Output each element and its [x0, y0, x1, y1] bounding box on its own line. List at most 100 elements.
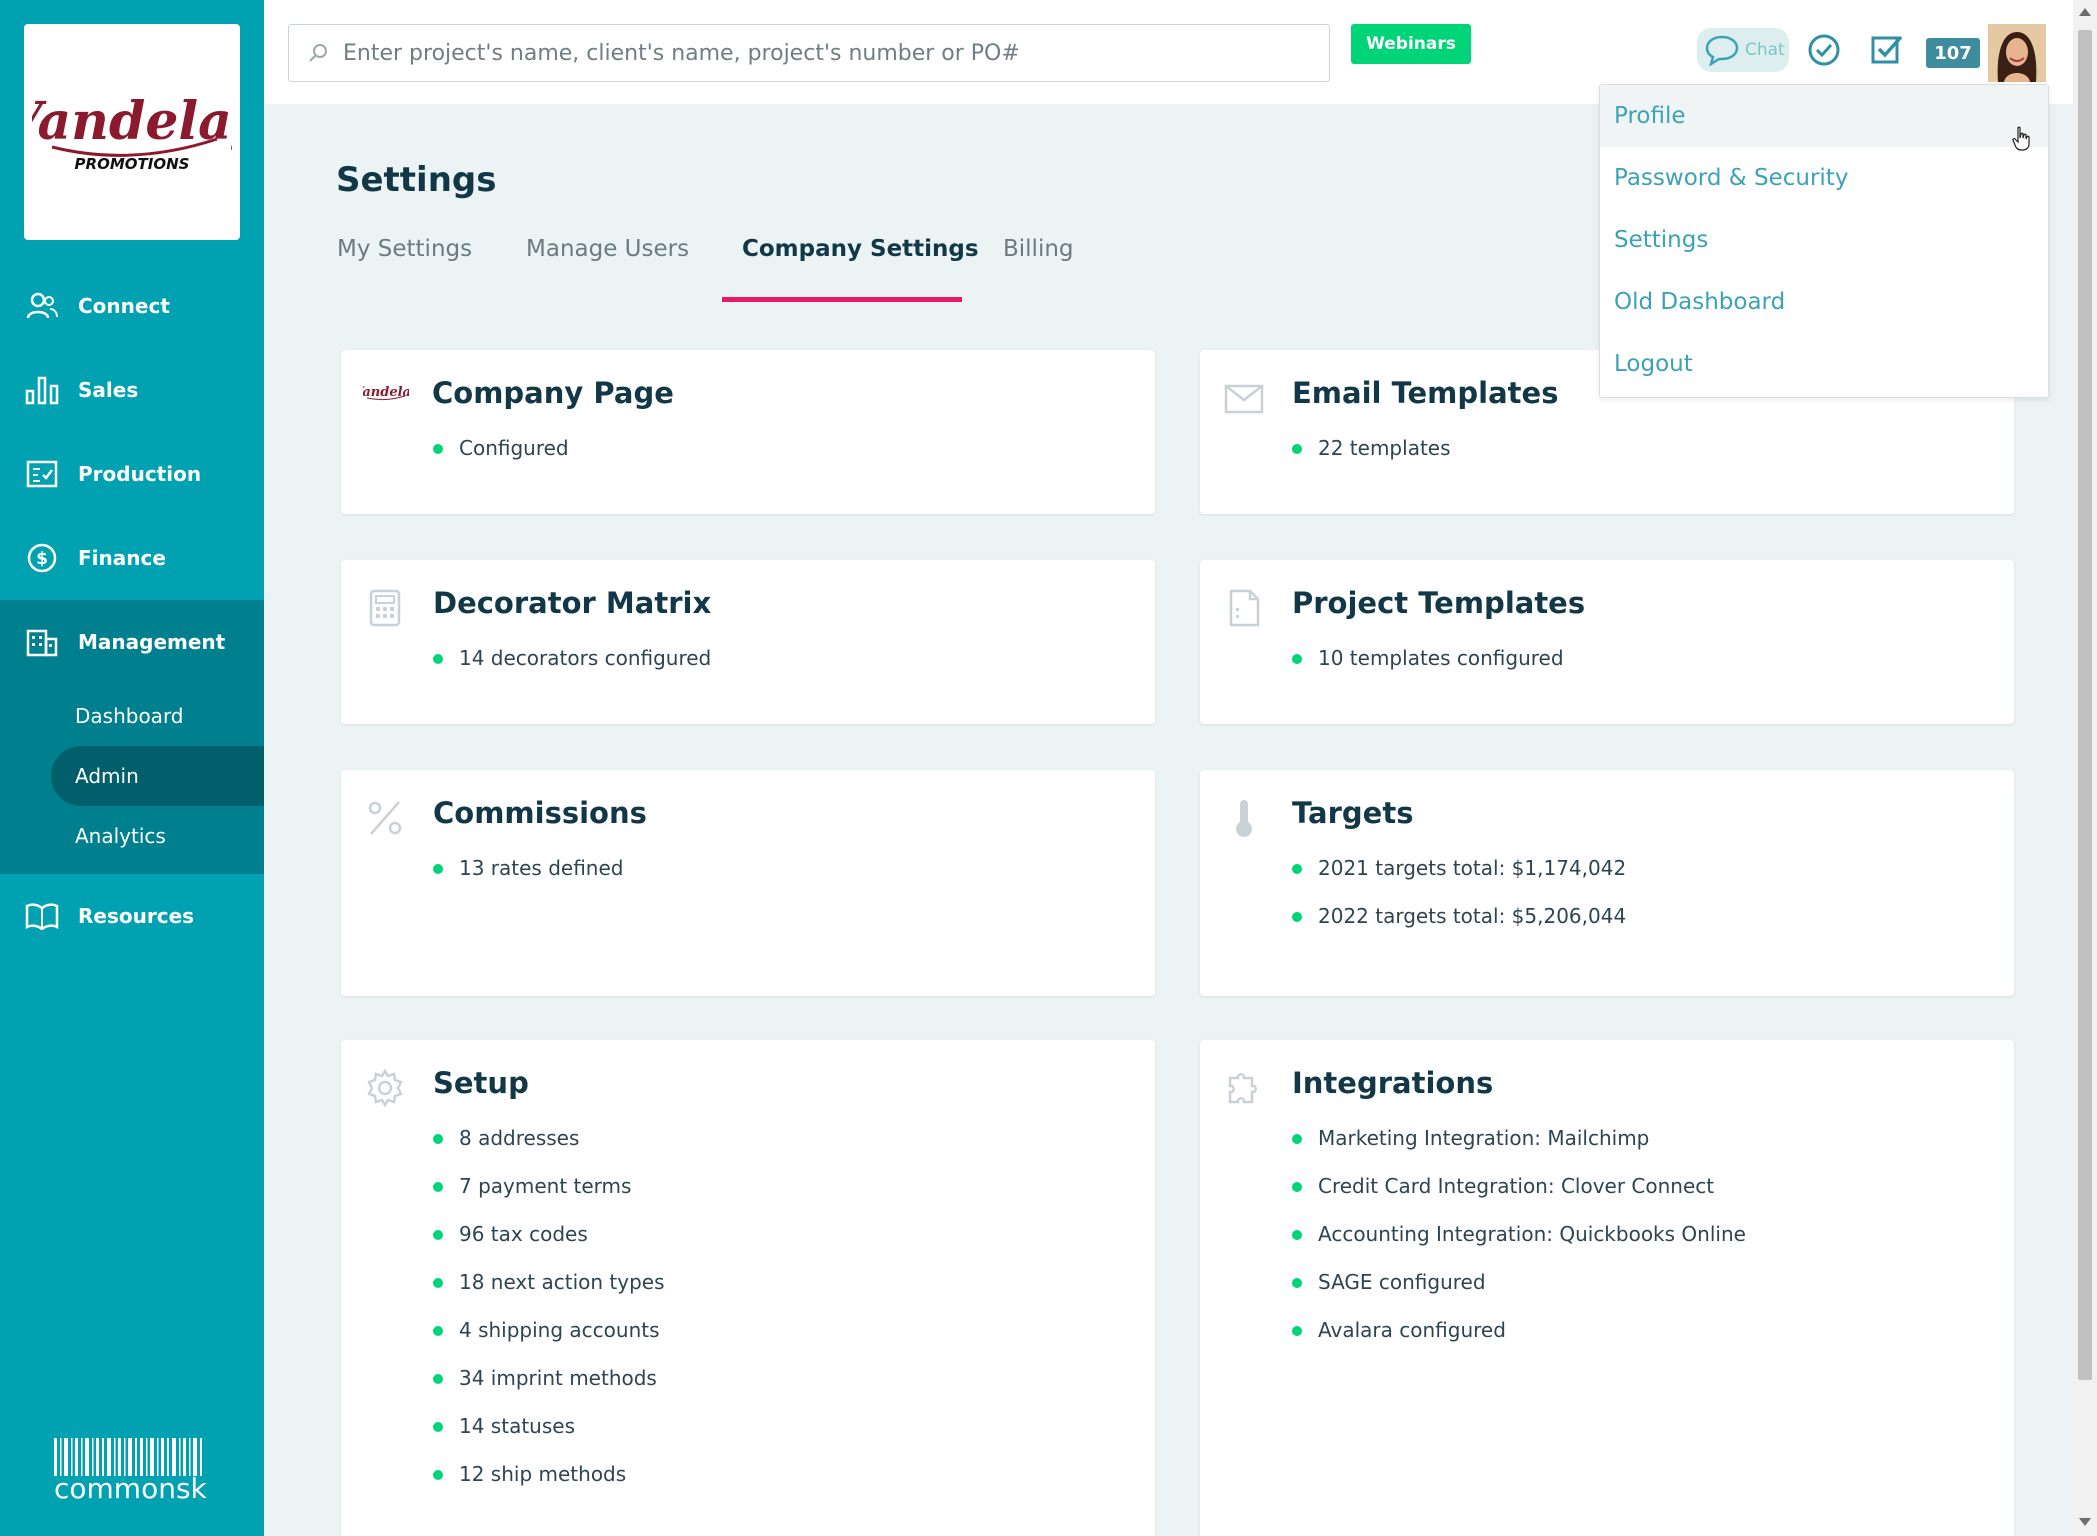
clock-check-icon[interactable]	[1806, 32, 1842, 68]
list-item: Marketing Integration: Mailchimp	[1292, 1124, 1746, 1172]
status-list: 10 templates configured	[1292, 644, 1564, 692]
sub-analytics[interactable]: Analytics	[0, 806, 264, 866]
card-title: Decorator Matrix	[433, 586, 711, 620]
list-item: 12 ship methods	[433, 1460, 665, 1508]
card-decorator-matrix[interactable]: Decorator Matrix 14 decorators configure…	[341, 560, 1155, 724]
status-list: Marketing Integration: Mailchimp Credit …	[1292, 1124, 1746, 1364]
nav-connect[interactable]: Connect	[0, 264, 264, 348]
page-scrollbar[interactable]	[2073, 0, 2097, 1536]
page-title: Settings	[336, 160, 497, 200]
scroll-up-arrow-icon[interactable]	[2079, 8, 2091, 16]
nav-finance[interactable]: $ Finance	[0, 516, 264, 600]
sub-dashboard[interactable]: Dashboard	[0, 686, 264, 746]
user-avatar[interactable]	[1988, 24, 2046, 82]
building-icon	[24, 624, 60, 660]
sub-analytics-label: Analytics	[75, 824, 166, 848]
card-title: Email Templates	[1292, 376, 1558, 410]
tab-manage-users[interactable]: Manage Users	[526, 236, 689, 262]
calculator-icon	[365, 588, 405, 628]
card-title: Targets	[1292, 796, 1413, 830]
menu-item-settings[interactable]: Settings	[1600, 209, 2048, 271]
list-item: 13 rates defined	[433, 854, 623, 902]
card-title: Setup	[433, 1066, 529, 1100]
nav-finance-label: Finance	[78, 546, 166, 570]
tab-billing[interactable]: Billing	[1003, 236, 1074, 262]
percent-icon	[365, 798, 405, 838]
scroll-down-arrow-icon[interactable]	[2079, 1518, 2091, 1526]
thermometer-icon	[1224, 798, 1264, 838]
status-list: Configured	[433, 434, 569, 482]
task-check-icon[interactable]	[1869, 32, 1905, 68]
status-list: 22 templates	[1292, 434, 1451, 482]
nav-sales[interactable]: Sales	[0, 348, 264, 432]
nav-resources[interactable]: Resources	[0, 874, 264, 958]
menu-item-password-security[interactable]: Password & Security	[1600, 147, 2048, 209]
puzzle-icon	[1224, 1068, 1264, 1108]
card-title: Company Page	[432, 376, 674, 410]
sidebar: Vandelay PROMOTIONS Connect Sales Produc…	[0, 0, 264, 1536]
card-title: Project Templates	[1292, 586, 1585, 620]
scroll-thumb[interactable]	[2078, 30, 2092, 1380]
users-icon	[24, 288, 60, 324]
search-icon	[307, 42, 329, 64]
list-item: 10 templates configured	[1292, 644, 1564, 692]
avatar-portrait-icon	[1988, 24, 2046, 82]
search-input[interactable]	[343, 41, 1303, 66]
card-setup[interactable]: Setup 8 addresses 7 payment terms 96 tax…	[341, 1040, 1155, 1536]
chat-bubble-icon	[1705, 34, 1739, 66]
status-list: 13 rates defined	[433, 854, 623, 902]
card-integrations[interactable]: Integrations Marketing Integration: Mail…	[1200, 1040, 2014, 1536]
menu-item-logout[interactable]: Logout	[1600, 333, 2048, 395]
list-item: 14 decorators configured	[433, 644, 711, 692]
status-list: 14 decorators configured	[433, 644, 711, 692]
list-item: 18 next action types	[433, 1268, 665, 1316]
nav-management-label: Management	[78, 630, 225, 654]
list-item: 14 statuses	[433, 1412, 665, 1460]
profile-dropdown: Profile Password & Security Settings Old…	[1599, 84, 2049, 398]
list-item: Accounting Integration: Quickbooks Onlin…	[1292, 1220, 1746, 1268]
list-item: 22 templates	[1292, 434, 1451, 482]
commonsku-logo: commonsku	[52, 1436, 208, 1516]
list-item: 2021 targets total: $1,174,042	[1292, 854, 1626, 902]
list-item: 4 shipping accounts	[433, 1316, 665, 1364]
card-project-templates[interactable]: Project Templates 10 templates configure…	[1200, 560, 2014, 724]
card-company-page[interactable]: Vandelay Company Page Configured	[341, 350, 1155, 514]
tab-company-settings[interactable]: Company Settings	[742, 236, 979, 262]
company-logo-mini-icon: Vandelay	[363, 380, 409, 420]
svg-text:PROMOTIONS: PROMOTIONS	[75, 155, 190, 173]
chat-button[interactable]: Chat	[1697, 28, 1789, 72]
list-item: 34 imprint methods	[433, 1364, 665, 1412]
svg-text:Vandelay: Vandelay	[363, 385, 409, 400]
status-list: 8 addresses 7 payment terms 96 tax codes…	[433, 1124, 665, 1508]
notification-badge[interactable]: 107	[1926, 38, 1980, 68]
search-box[interactable]	[288, 24, 1330, 82]
nav-management[interactable]: Management	[0, 600, 264, 684]
sub-dashboard-label: Dashboard	[75, 704, 184, 728]
document-icon	[1224, 588, 1264, 628]
sub-admin[interactable]: Admin	[51, 746, 264, 806]
vandelay-logo-icon: Vandelay PROMOTIONS	[32, 77, 232, 187]
checklist-icon	[24, 456, 60, 492]
menu-item-profile[interactable]: Profile	[1600, 85, 2048, 147]
nav-sales-label: Sales	[78, 378, 138, 402]
chat-label: Chat	[1745, 40, 1785, 60]
list-item: 96 tax codes	[433, 1220, 665, 1268]
status-list: 2021 targets total: $1,174,042 2022 targ…	[1292, 854, 1626, 950]
company-logo[interactable]: Vandelay PROMOTIONS	[24, 24, 240, 240]
gear-icon	[365, 1068, 405, 1108]
menu-item-old-dashboard[interactable]: Old Dashboard	[1600, 271, 2048, 333]
nav-production[interactable]: Production	[0, 432, 264, 516]
nav-resources-label: Resources	[78, 904, 194, 928]
card-commissions[interactable]: Commissions 13 rates defined	[341, 770, 1155, 996]
list-item: Configured	[433, 434, 569, 482]
barcode-icon: commonsku	[52, 1436, 208, 1516]
svg-text:$: $	[36, 549, 48, 569]
sub-admin-label: Admin	[75, 764, 139, 788]
tab-my-settings[interactable]: My Settings	[337, 236, 472, 262]
hand-cursor-icon	[2012, 126, 2032, 152]
card-targets[interactable]: Targets 2021 targets total: $1,174,042 2…	[1200, 770, 2014, 996]
list-item: SAGE configured	[1292, 1268, 1746, 1316]
webinars-button[interactable]: Webinars	[1351, 24, 1471, 64]
list-item: Credit Card Integration: Clover Connect	[1292, 1172, 1746, 1220]
card-title: Commissions	[433, 796, 647, 830]
